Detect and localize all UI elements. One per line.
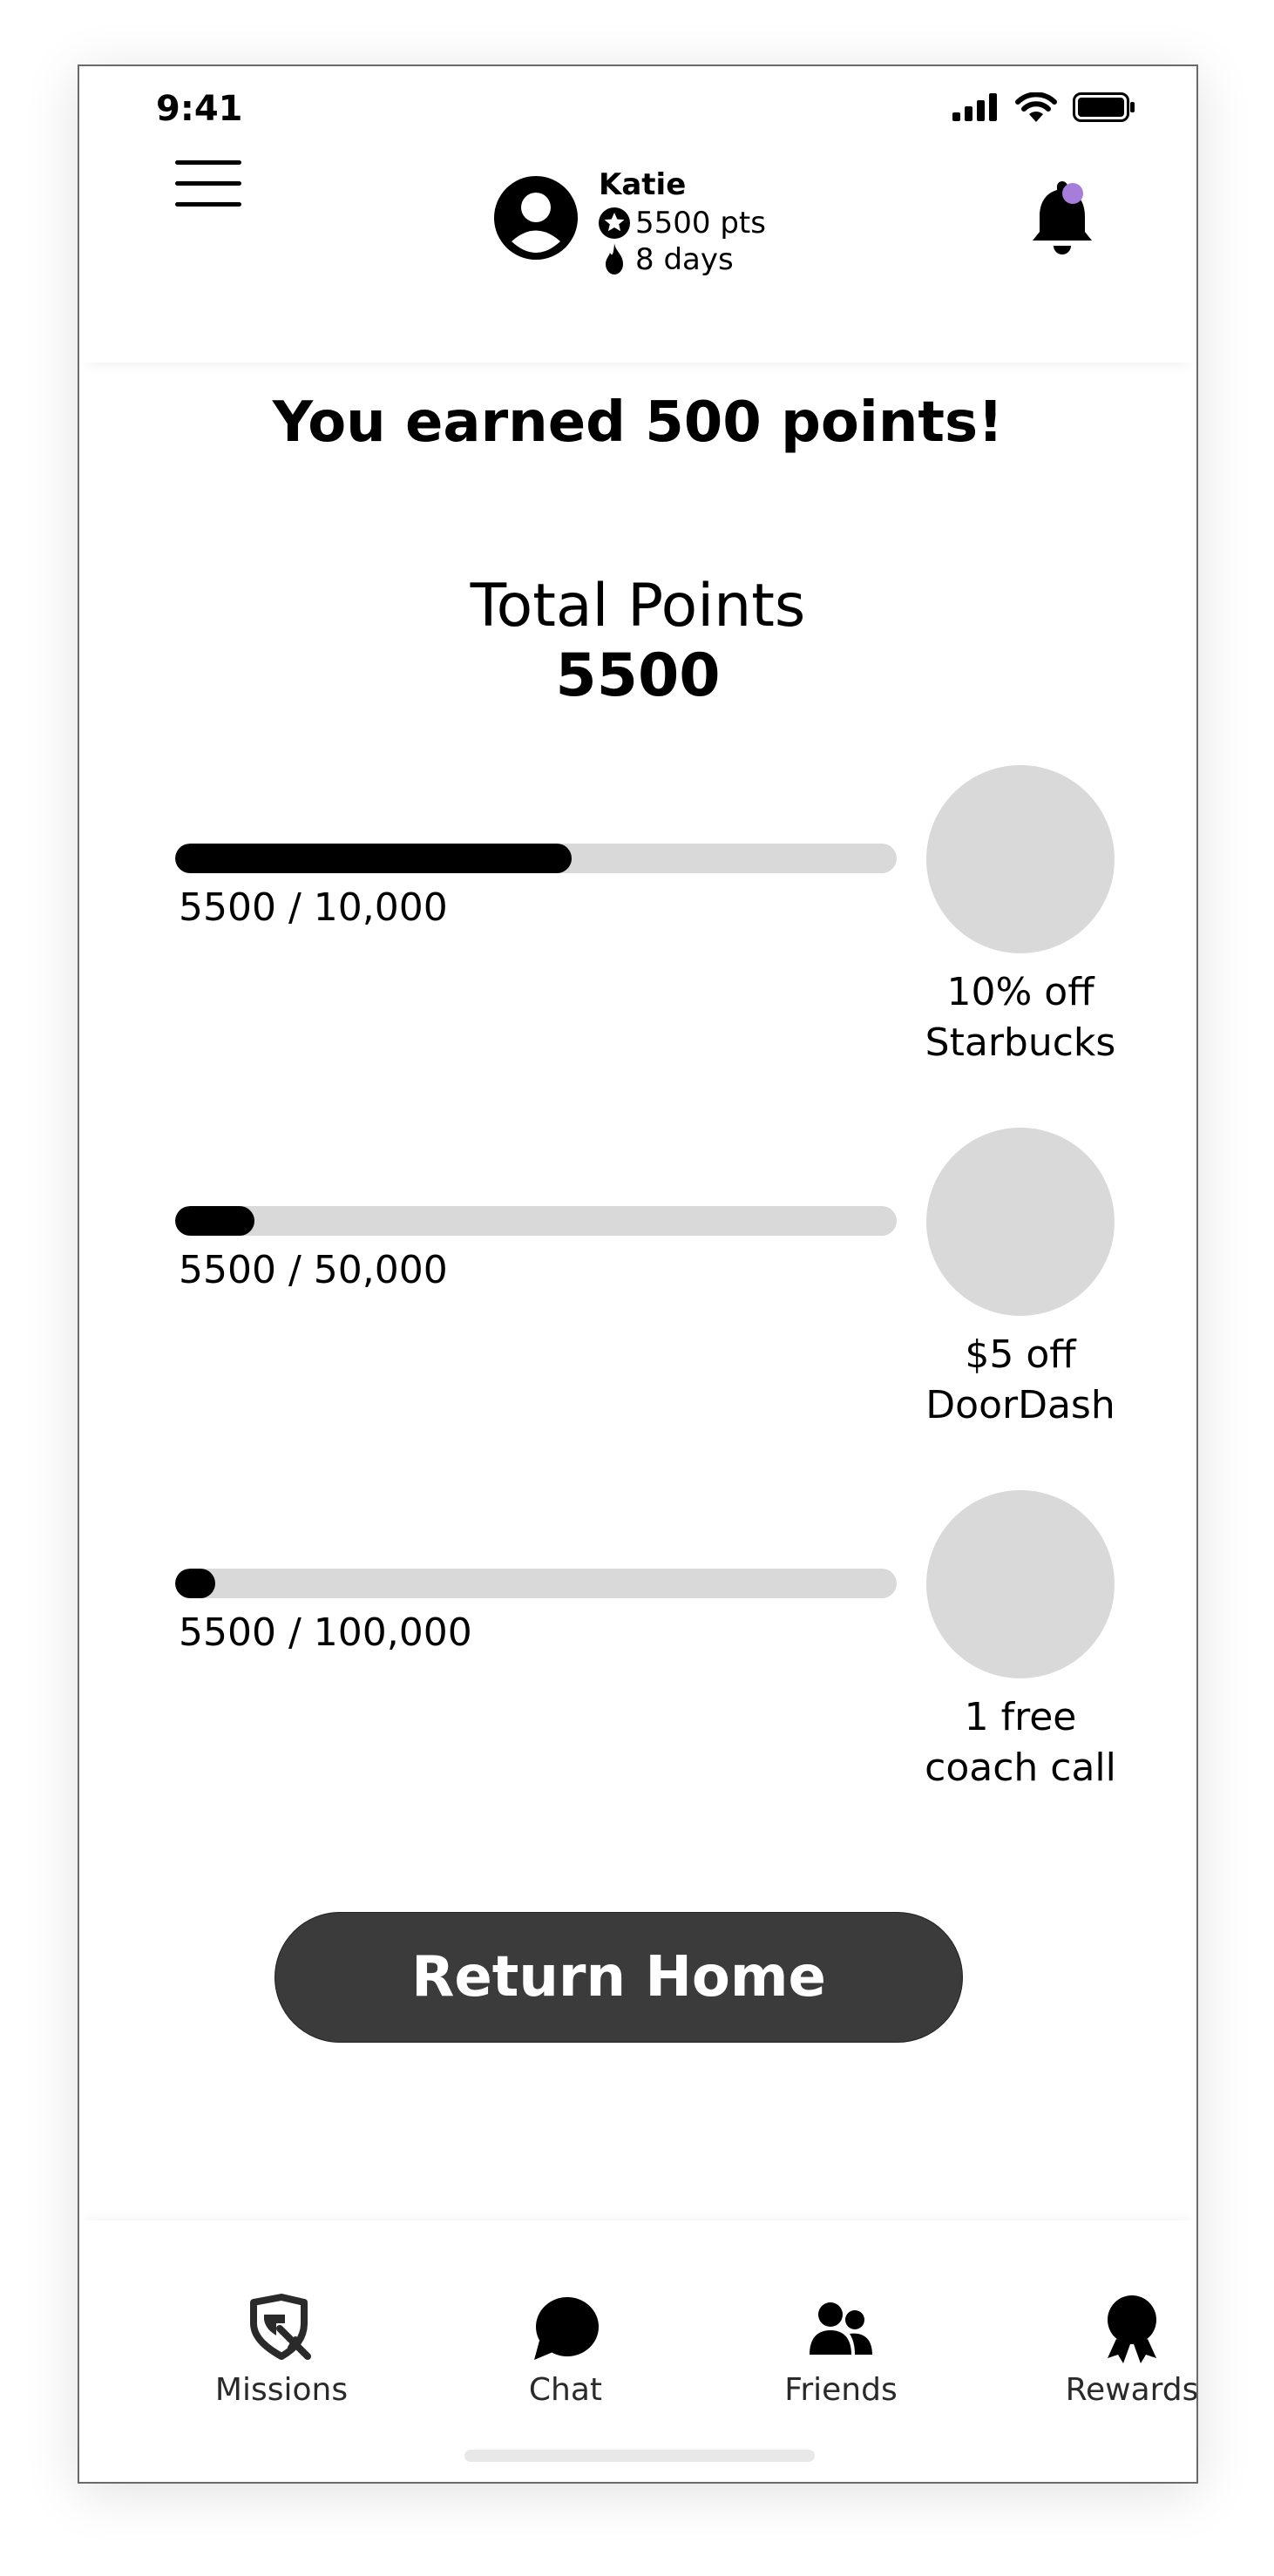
reward-name: 10% off Starbucks xyxy=(925,970,1116,1065)
star-badge-icon xyxy=(599,207,630,239)
nav-item-chat[interactable]: Chat xyxy=(461,2294,670,2408)
progress-text: 5500 / 50,000 xyxy=(179,1248,448,1292)
reward-row: 5500 / 100,000 1 free coach call xyxy=(175,1490,1134,1790)
bell-icon[interactable] xyxy=(1027,178,1102,256)
user-streak: 8 days xyxy=(635,242,734,277)
user-points-row: 5500 pts xyxy=(599,206,766,241)
reward-row: 5500 / 50,000 $5 off DoorDash xyxy=(175,1128,1134,1427)
reward-name: $5 off DoorDash xyxy=(925,1332,1115,1427)
user-points: 5500 pts xyxy=(635,206,766,241)
return-home-button[interactable]: Return Home xyxy=(274,1912,963,2043)
phone-frame: 9:41 Katie 5500 pts 8 days You earned 50… xyxy=(78,64,1198,2484)
reward-badge[interactable] xyxy=(926,1128,1115,1316)
notification-dot xyxy=(1062,183,1083,204)
nav-item-friends[interactable]: Friends xyxy=(736,2294,945,2408)
user-streak-row: 8 days xyxy=(599,242,734,277)
hamburger-menu-icon[interactable] xyxy=(175,160,241,207)
users-icon xyxy=(810,2302,872,2355)
progress-track xyxy=(175,1569,897,1598)
nav-item-missions[interactable]: Missions xyxy=(177,2294,386,2408)
status-time: 9:41 xyxy=(156,89,243,129)
avatar-icon[interactable] xyxy=(494,176,578,260)
progress-fill xyxy=(175,1569,215,1598)
flame-icon xyxy=(606,243,623,275)
reward-badge[interactable] xyxy=(926,1490,1115,1678)
cellular-signal-icon xyxy=(952,93,997,121)
progress-text: 5500 / 10,000 xyxy=(179,885,448,930)
reward-badge[interactable] xyxy=(926,765,1115,953)
nav-label: Friends xyxy=(784,2372,898,2408)
nav-item-rewards[interactable]: Rewards xyxy=(1027,2294,1198,2408)
nav-label: Missions xyxy=(214,2372,349,2408)
status-icons xyxy=(952,92,1135,122)
total-points-value: 5500 xyxy=(555,641,721,710)
battery-icon xyxy=(1073,92,1135,122)
points-earned-headline: You earned 500 points! xyxy=(272,390,1004,455)
wifi-icon xyxy=(1015,92,1057,122)
progress-fill xyxy=(175,844,573,873)
status-bar: 9:41 xyxy=(79,66,1196,153)
shield-sword-icon xyxy=(250,2294,311,2360)
total-points-label: Total Points xyxy=(470,572,806,641)
user-name: Katie xyxy=(599,167,687,202)
progress-track xyxy=(175,1206,897,1236)
nav-label: Chat xyxy=(528,2372,603,2408)
home-indicator xyxy=(464,2450,815,2462)
nav-label: Rewards xyxy=(1065,2372,1198,2408)
progress-track xyxy=(175,844,897,873)
award-ribbon-icon xyxy=(1108,2295,1156,2363)
chat-bubble-icon xyxy=(534,2297,599,2360)
reward-row: 5500 / 10,000 10% off Starbucks xyxy=(175,765,1134,1065)
progress-text: 5500 / 100,000 xyxy=(179,1610,472,1655)
reward-name: 1 free coach call xyxy=(925,1695,1116,1790)
progress-fill xyxy=(175,1206,255,1236)
